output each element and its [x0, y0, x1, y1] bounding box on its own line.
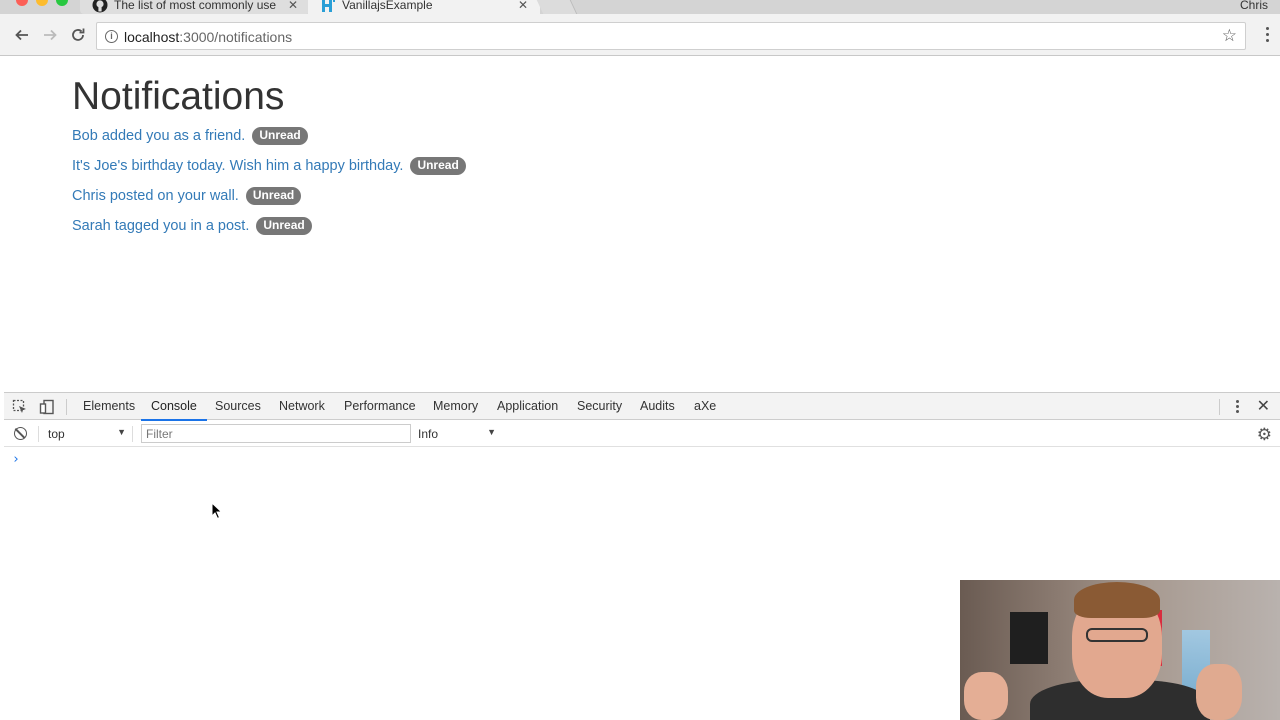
webcam-person-hair: [1074, 582, 1160, 618]
tab-network[interactable]: Network: [279, 399, 325, 413]
browser-menu-icon[interactable]: [1264, 26, 1270, 44]
notification-text[interactable]: It's Joe's birthday today. Wish him a ha…: [72, 158, 403, 174]
webcam-poster: [1010, 612, 1048, 664]
log-level-value: Info: [418, 427, 439, 441]
console-toolbar: top ▼ Info ▼ ⚙: [4, 421, 1280, 447]
close-devtools-icon[interactable]: ✕: [1257, 396, 1270, 416]
toolbar-divider: [38, 426, 39, 442]
context-select[interactable]: top ▼: [48, 427, 126, 441]
device-toolbar-icon[interactable]: [39, 399, 55, 415]
toolbar-divider: [132, 426, 133, 442]
maximize-window-button[interactable]: [56, 0, 68, 6]
address-bar[interactable]: i localhost:3000/notifications ☆: [96, 22, 1246, 50]
webcam-person-hand: [1196, 664, 1242, 720]
caret-down-icon: ▼: [117, 427, 126, 437]
unread-badge: Unread: [410, 157, 466, 175]
notification-item[interactable]: Chris posted on your wall. Unread: [72, 186, 466, 216]
tab-title: VanillajsExample: [342, 0, 433, 12]
url-host: localhost: [124, 29, 180, 45]
clear-console-icon[interactable]: [14, 427, 27, 440]
arrow-left-icon: [15, 29, 28, 41]
notification-text[interactable]: Chris posted on your wall.: [72, 188, 239, 204]
browser-toolbar: i localhost:3000/notifications ☆: [0, 14, 1280, 56]
unread-badge: Unread: [252, 127, 308, 145]
log-level-select[interactable]: Info ▼: [418, 427, 496, 441]
toolbar-divider: [1219, 399, 1220, 415]
h-logo-icon: [322, 0, 335, 12]
browser-tab-vanillajs[interactable]: VanillajsExample ✕: [308, 0, 540, 14]
tab-memory[interactable]: Memory: [433, 399, 478, 413]
tab-performance[interactable]: Performance: [344, 399, 416, 413]
forward-button[interactable]: [40, 25, 60, 45]
close-tab-icon[interactable]: ✕: [518, 0, 528, 13]
tab-console[interactable]: Console: [141, 399, 207, 421]
minimize-window-button[interactable]: [36, 0, 48, 6]
bookmark-star-icon[interactable]: ☆: [1222, 26, 1237, 46]
tab-axe[interactable]: aXe: [694, 399, 716, 413]
new-tab-button[interactable]: [536, 0, 578, 14]
context-value: top: [48, 427, 65, 441]
tab-strip: The list of most commonly use ✕ Vanillaj…: [0, 0, 1280, 14]
back-button[interactable]: [12, 25, 32, 45]
caret-down-icon: ▼: [487, 427, 496, 437]
github-icon: [92, 0, 108, 13]
notification-text[interactable]: Bob added you as a friend.: [72, 128, 245, 144]
arrow-right-icon: [44, 29, 57, 41]
notification-item[interactable]: It's Joe's birthday today. Wish him a ha…: [72, 156, 466, 186]
toolbar-divider: [66, 399, 67, 415]
url-path: :3000/notifications: [179, 29, 293, 45]
tab-elements[interactable]: Elements: [83, 399, 135, 413]
devtools-tab-bar: Elements Console Sources Network Perform…: [4, 393, 1280, 421]
info-icon[interactable]: i: [105, 30, 118, 43]
tab-security[interactable]: Security: [577, 399, 622, 413]
webcam-person-hand: [964, 672, 1008, 720]
webcam-overlay: [960, 580, 1280, 720]
unread-badge: Unread: [256, 217, 312, 235]
webcam-person-glasses: [1086, 628, 1148, 642]
page-title: Notifications: [72, 75, 285, 118]
reload-button[interactable]: [68, 25, 88, 45]
console-filter-input[interactable]: [141, 424, 411, 443]
tab-sources[interactable]: Sources: [215, 399, 261, 413]
url-text[interactable]: localhost:3000/notifications: [124, 29, 292, 45]
unread-badge: Unread: [245, 187, 302, 205]
tab-audits[interactable]: Audits: [640, 399, 675, 413]
close-window-button[interactable]: [16, 0, 28, 6]
tab-application[interactable]: Application: [497, 399, 558, 413]
mouse-cursor-icon: [211, 502, 223, 520]
page-content: Notifications Bob added you as a friend.…: [4, 57, 1280, 392]
gear-icon[interactable]: ⚙: [1257, 425, 1272, 445]
notification-item[interactable]: Sarah tagged you in a post. Unread: [72, 216, 466, 246]
tab-title: The list of most commonly use: [114, 0, 277, 12]
console-prompt[interactable]: ›: [12, 452, 20, 467]
notification-text[interactable]: Sarah tagged you in a post.: [72, 218, 249, 234]
notification-list: Bob added you as a friend. Unread It's J…: [72, 126, 466, 246]
profile-name[interactable]: Chris: [1240, 0, 1268, 13]
devtools-menu-icon[interactable]: [1234, 399, 1240, 415]
notification-item[interactable]: Bob added you as a friend. Unread: [72, 126, 466, 156]
reload-icon: [72, 28, 85, 41]
inspect-element-icon[interactable]: [12, 399, 28, 415]
close-tab-icon[interactable]: ✕: [288, 0, 298, 13]
browser-tab-github[interactable]: The list of most commonly use ✕: [80, 0, 310, 14]
